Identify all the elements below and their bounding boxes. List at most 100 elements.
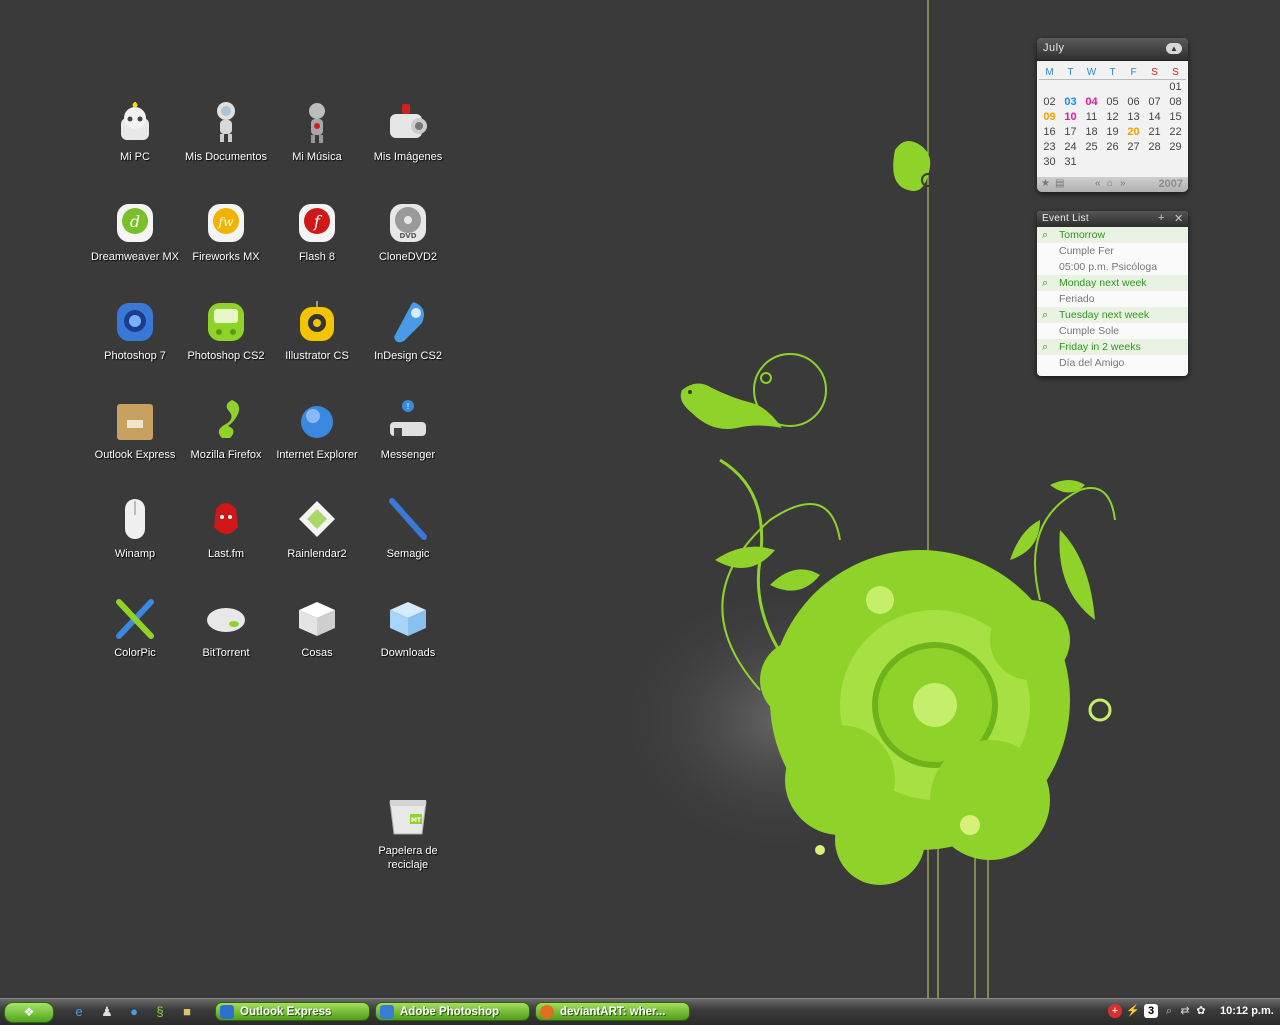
- quicklaunch-robot-icon[interactable]: ♟: [99, 1004, 115, 1020]
- event-entry[interactable]: Cumple Fer: [1037, 243, 1188, 259]
- quicklaunch-box-icon[interactable]: ■: [179, 1004, 195, 1020]
- day-cell[interactable]: 14: [1144, 110, 1165, 125]
- desktop-icon-mis-imagenes[interactable]: Mis Imágenes: [360, 100, 456, 164]
- event-text: 05:00 p.m. Psicóloga: [1059, 261, 1158, 273]
- desktop-icon-rainlendar[interactable]: Rainlendar2: [269, 497, 365, 561]
- tray-search-icon[interactable]: ⌕: [1162, 1004, 1176, 1018]
- desktop-icon-photoshop7[interactable]: Photoshop 7: [87, 299, 183, 363]
- desktop-icon-firefox[interactable]: Mozilla Firefox: [178, 398, 274, 462]
- day-cell[interactable]: 03: [1060, 95, 1081, 110]
- day-cell[interactable]: 23: [1039, 140, 1060, 155]
- list-icon[interactable]: ▤: [1055, 178, 1064, 189]
- event-entry[interactable]: Cumple Sole: [1037, 323, 1188, 339]
- desktop-icon-lastfm[interactable]: Last.fm: [178, 497, 274, 561]
- calendar-widget[interactable]: July ▲ M T W T F S S 01 02 03 04 05 06 07 08 09 10 11 12 13…: [1037, 38, 1188, 192]
- start-button[interactable]: ❖: [4, 1002, 54, 1023]
- day-cell[interactable]: 30: [1039, 155, 1060, 170]
- collapse-icon[interactable]: ▲: [1166, 43, 1182, 54]
- day-cell[interactable]: 29: [1165, 140, 1186, 155]
- day-cell[interactable]: 17: [1060, 125, 1081, 140]
- desktop-icon-fireworks[interactable]: fw Fireworks MX: [178, 200, 274, 264]
- day-cell[interactable]: 08: [1165, 95, 1186, 110]
- day-cell[interactable]: 01: [1165, 80, 1186, 95]
- desktop-icon-internet-explorer[interactable]: Internet Explorer: [269, 398, 365, 462]
- desktop-icon-bittorrent[interactable]: BitTorrent: [178, 596, 274, 660]
- day-cell[interactable]: 04: [1081, 95, 1102, 110]
- event-list-widget[interactable]: Event List + ✕ ⌕ Tomorrow Cumple Fer 05:00 …: [1037, 211, 1188, 376]
- event-entry[interactable]: Día del Amigo: [1037, 355, 1188, 371]
- day-cell[interactable]: 12: [1102, 110, 1123, 125]
- day-cell[interactable]: 05: [1102, 95, 1123, 110]
- tray-volume-icon[interactable]: ✿: [1194, 1004, 1208, 1018]
- star-icon[interactable]: ★: [1041, 178, 1050, 189]
- task-adobe-photoshop[interactable]: Adobe Photoshop: [375, 1002, 530, 1021]
- prev-month-icon[interactable]: «: [1095, 178, 1101, 189]
- day-cell[interactable]: 13: [1123, 110, 1144, 125]
- desktop-icon-mi-pc[interactable]: Mi PC: [87, 100, 183, 164]
- tray-lightning-icon[interactable]: ⚡: [1126, 1004, 1140, 1018]
- day-cell[interactable]: 02: [1039, 95, 1060, 110]
- desktop-icon-cosas[interactable]: Cosas: [269, 596, 365, 660]
- desktop-icon-colorpic[interactable]: ColorPic: [87, 596, 183, 660]
- tray-network-icon[interactable]: ⇄: [1178, 1004, 1192, 1018]
- day-cell[interactable]: 10: [1060, 110, 1081, 125]
- tray-calendar-icon[interactable]: 3: [1144, 1004, 1158, 1018]
- quicklaunch-firefox-icon[interactable]: §: [152, 1004, 168, 1020]
- event-date-header[interactable]: ⌕ Tuesday next week: [1037, 307, 1188, 323]
- desktop-icon-dreamweaver[interactable]: d Dreamweaver MX: [87, 200, 183, 264]
- day-cell[interactable]: 18: [1081, 125, 1102, 140]
- desktop-icon-illustrator[interactable]: Illustrator CS: [269, 299, 365, 363]
- weekday-label: F: [1123, 65, 1144, 80]
- task-outlook-express[interactable]: Outlook Express: [215, 1002, 370, 1021]
- desktop-icon-label: Rainlendar2: [287, 548, 347, 560]
- day-cell[interactable]: 24: [1060, 140, 1081, 155]
- day-cell[interactable]: 27: [1123, 140, 1144, 155]
- quicklaunch-blob-icon[interactable]: ●: [126, 1004, 142, 1020]
- calendar-month: July: [1043, 42, 1065, 54]
- desktop-icon-label: Illustrator CS: [285, 350, 349, 362]
- desktop-icon-messenger[interactable]: ! Messenger: [360, 398, 456, 462]
- day-cell[interactable]: 22: [1165, 125, 1186, 140]
- desktop-icon-label: Messenger: [380, 449, 436, 461]
- desktop-icon-mi-musica[interactable]: Mi Música: [269, 100, 365, 164]
- day-cell[interactable]: 11: [1081, 110, 1102, 125]
- day-cell[interactable]: 07: [1144, 95, 1165, 110]
- quicklaunch-ie-icon[interactable]: e: [71, 1004, 87, 1020]
- desktop-icon-label: Semagic: [386, 548, 430, 560]
- event-list-title: Event List: [1042, 213, 1089, 224]
- desktop-icon-photoshop-cs2[interactable]: Photoshop CS2: [178, 299, 274, 363]
- tray-lifebuoy-icon[interactable]: +: [1108, 1004, 1122, 1018]
- event-entry[interactable]: Feriado: [1037, 291, 1188, 307]
- event-entry[interactable]: 05:00 p.m. Psicóloga: [1037, 259, 1188, 275]
- day-cell[interactable]: 16: [1039, 125, 1060, 140]
- event-date-header[interactable]: ⌕ Tomorrow: [1037, 227, 1188, 243]
- next-month-icon[interactable]: »: [1120, 178, 1126, 189]
- desktop-icon-winamp[interactable]: Winamp: [87, 497, 183, 561]
- day-cell[interactable]: 15: [1165, 110, 1186, 125]
- desktop-icon-indesign[interactable]: InDesign CS2: [360, 299, 456, 363]
- day-cell[interactable]: 20: [1123, 125, 1144, 140]
- add-event-icon[interactable]: +: [1158, 212, 1164, 224]
- desktop-icon-semagic[interactable]: Semagic: [360, 497, 456, 561]
- day-cell[interactable]: 09: [1039, 110, 1060, 125]
- event-date-header[interactable]: ⌕ Friday in 2 weeks: [1037, 339, 1188, 355]
- day-cell[interactable]: 19: [1102, 125, 1123, 140]
- day-cell[interactable]: 25: [1081, 140, 1102, 155]
- desktop-icon-flash[interactable]: f Flash 8: [269, 200, 365, 264]
- close-icon[interactable]: ✕: [1174, 212, 1183, 225]
- camera-images-icon: [390, 104, 427, 138]
- task-deviantart[interactable]: deviantART: wher...: [535, 1002, 690, 1021]
- desktop-icon-downloads[interactable]: Downloads: [360, 596, 456, 660]
- day-cell[interactable]: 06: [1123, 95, 1144, 110]
- weekday-label: W: [1081, 65, 1102, 80]
- desktop-icon-mis-documentos[interactable]: Mis Documentos: [178, 100, 274, 164]
- day-cell[interactable]: 21: [1144, 125, 1165, 140]
- desktop-icon-outlook-express[interactable]: Outlook Express: [87, 398, 183, 462]
- desktop-icon-clonedvd[interactable]: DVD CloneDVD2: [360, 200, 456, 264]
- event-date-header[interactable]: ⌕ Monday next week: [1037, 275, 1188, 291]
- desktop-icon-recycle-bin[interactable]: MT Papelera de reciclaje: [360, 794, 456, 872]
- day-cell[interactable]: 31: [1060, 155, 1081, 170]
- home-icon[interactable]: ⌂: [1107, 178, 1113, 189]
- day-cell[interactable]: 28: [1144, 140, 1165, 155]
- day-cell[interactable]: 26: [1102, 140, 1123, 155]
